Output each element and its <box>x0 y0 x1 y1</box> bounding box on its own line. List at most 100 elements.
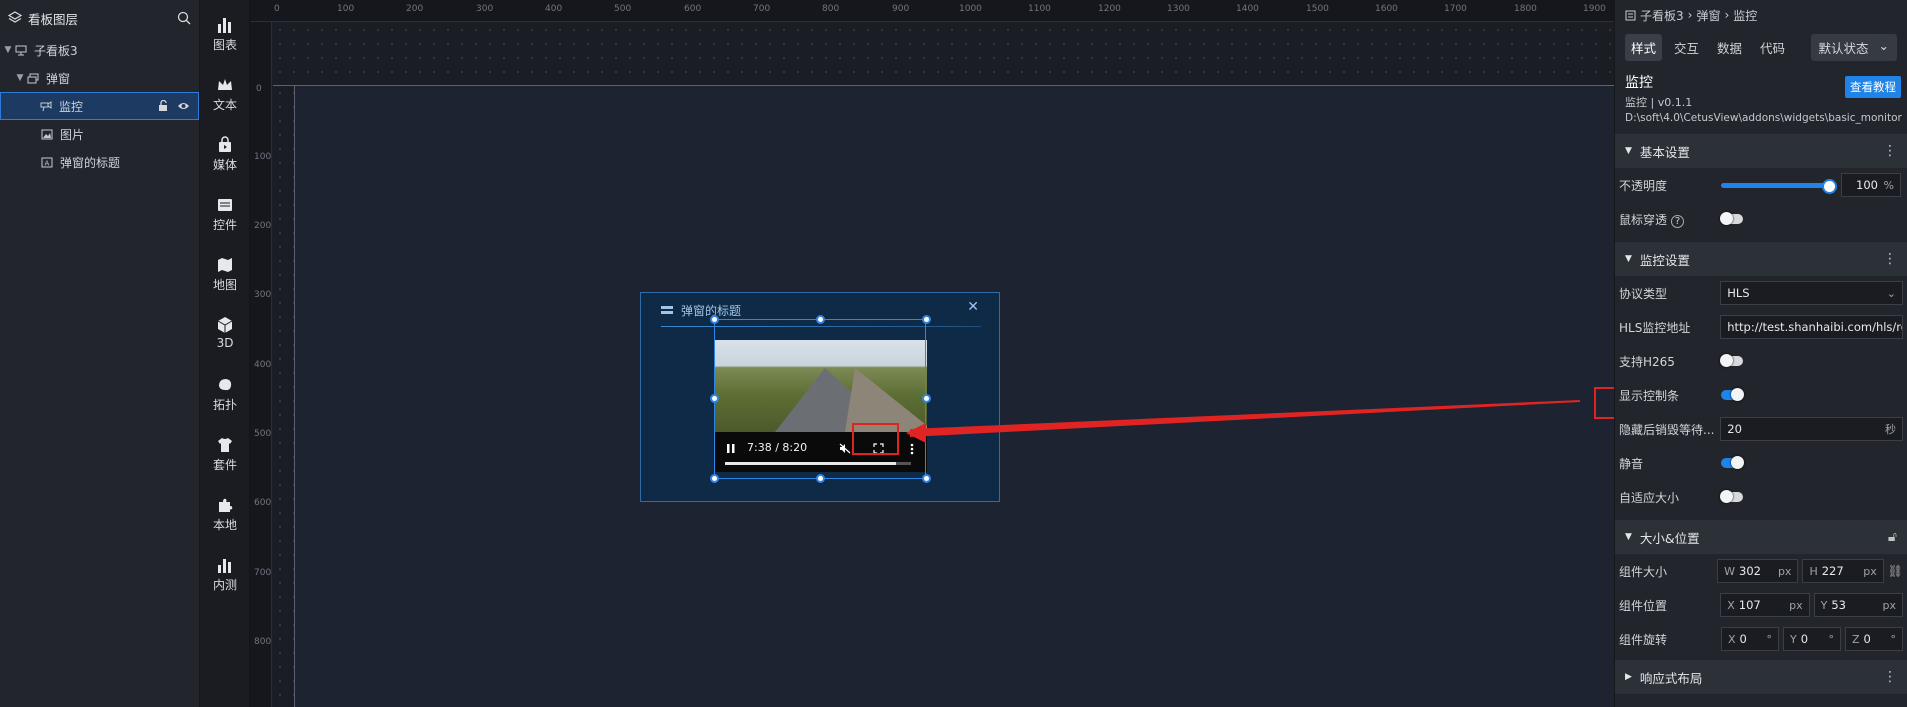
puzzle-icon <box>219 498 233 512</box>
camera-icon <box>39 100 53 112</box>
controls-icon <box>218 199 232 211</box>
dialog-icon <box>26 73 40 84</box>
tool-topology[interactable]: 拓扑 <box>200 360 250 420</box>
section-basic[interactable]: ▼ 基本设置 ⋮ <box>1615 134 1907 168</box>
layer-item-title[interactable]: A 弹窗的标题 <box>0 148 199 176</box>
breadcrumb-item[interactable]: 监控 <box>1733 7 1757 24</box>
width-input[interactable]: W 302 px <box>1717 559 1799 583</box>
tool-text[interactable]: 文本 <box>200 60 250 120</box>
properties-panel: 子看板3 › 弹窗 › 监控 样式 交互 数据 代码 默认状态 ⌄ 监控 监控 |… <box>1614 0 1907 707</box>
section-monitor[interactable]: ▼ 监控设置 ⋮ <box>1615 242 1907 276</box>
tool-kit[interactable]: 套件 <box>200 420 250 480</box>
map-icon <box>218 258 232 272</box>
resize-handle[interactable] <box>922 394 931 403</box>
tool-beta[interactable]: 内测 <box>200 540 250 600</box>
bar-chart-icon <box>218 559 231 573</box>
breadcrumb-item[interactable]: 弹窗 <box>1696 7 1720 24</box>
mouse-through-row: 鼠标穿透 ? <box>1615 202 1907 236</box>
tool-media[interactable]: 媒体 <box>200 120 250 180</box>
more-vertical-icon[interactable]: ⋮ <box>1883 251 1897 267</box>
breadcrumb-item[interactable]: 子看板3 <box>1640 7 1684 24</box>
h265-toggle[interactable] <box>1720 354 1743 367</box>
shirt-icon <box>218 438 232 452</box>
link-icon[interactable]: ⛓︎ <box>1888 564 1903 578</box>
hls-url-input[interactable]: http://test.shanhaibi.com/hls/road <box>1720 315 1903 339</box>
opacity-row: 不透明度 100 % <box>1615 168 1907 202</box>
collapse-icon: ▼ <box>1625 146 1632 156</box>
eye-icon[interactable] <box>177 100 190 112</box>
mouse-through-toggle[interactable] <box>1720 212 1743 225</box>
lock-icon[interactable]: 🔓︎ <box>1888 529 1897 545</box>
show-controls-toggle[interactable] <box>1721 388 1744 401</box>
unlock-icon[interactable] <box>157 100 169 112</box>
section-responsive[interactable]: ▶ 响应式布局 ⋮ <box>1615 660 1907 694</box>
layers-panel: 看板图层 ▼ 子看板3 ▼ 弹窗 监控 图片 A 弹窗的标题 <box>0 0 200 707</box>
rotate-x-input[interactable]: X 0 ° <box>1721 627 1779 651</box>
protocol-row: 协议类型 HLS ⌄ <box>1615 276 1907 310</box>
tool-3d[interactable]: 3D <box>200 300 250 360</box>
autosize-toggle[interactable] <box>1720 490 1743 503</box>
resize-handle[interactable] <box>922 474 931 483</box>
search-icon[interactable] <box>177 11 191 25</box>
tab-style[interactable]: 样式 <box>1625 33 1663 61</box>
section-size-position[interactable]: ▼ 大小&位置 🔓︎ <box>1615 520 1907 554</box>
resize-handle[interactable] <box>816 474 825 483</box>
chevron-right-icon: › <box>1724 8 1730 22</box>
collapse-icon: ▼ <box>1625 254 1632 264</box>
opacity-input[interactable]: 100 % <box>1841 173 1901 197</box>
opacity-slider[interactable] <box>1721 178 1837 194</box>
collapse-icon[interactable]: ▼ <box>14 73 26 83</box>
selection-box <box>714 319 926 479</box>
x-input[interactable]: X 107 px <box>1720 593 1810 617</box>
help-icon[interactable]: ? <box>1670 214 1685 228</box>
resize-handle[interactable] <box>710 474 719 483</box>
mute-toggle[interactable] <box>1721 456 1744 469</box>
annotation-highlight-fullscreen <box>852 423 899 455</box>
canvas-grid-top <box>273 23 1614 86</box>
layer-label: 图片 <box>60 127 85 142</box>
layer-actions <box>157 100 190 112</box>
more-vertical-icon[interactable]: ⋮ <box>1883 143 1897 159</box>
view-tutorial-button[interactable]: 查看教程 <box>1845 76 1901 98</box>
protocol-select[interactable]: HLS ⌄ <box>1720 281 1903 305</box>
tab-data[interactable]: 数据 <box>1711 34 1748 61</box>
layer-item-board[interactable]: ▼ 子看板3 <box>0 36 199 64</box>
tool-chart[interactable]: 图表 <box>200 0 250 60</box>
chevron-right-icon: › <box>1687 8 1693 22</box>
y-input[interactable]: Y 53 px <box>1813 593 1904 617</box>
tool-controls[interactable]: 控件 <box>200 180 250 240</box>
layer-item-monitor[interactable]: 监控 <box>0 92 199 120</box>
height-input[interactable]: H 227 px <box>1802 559 1884 583</box>
ruler-horizontal[interactable]: 0 100 200 300 400 500 600 700 800 900 10… <box>250 0 1614 22</box>
resize-handle[interactable] <box>922 315 931 324</box>
layers-header: 看板图层 <box>0 0 199 36</box>
collapse-icon[interactable]: ▼ <box>2 45 14 55</box>
resize-handle[interactable] <box>710 394 719 403</box>
board-icon <box>1625 10 1636 20</box>
tool-local[interactable]: 本地 <box>200 480 250 540</box>
tab-code[interactable]: 代码 <box>1754 34 1791 61</box>
layer-label: 弹窗 <box>46 71 71 86</box>
component-toolbar: 图表 文本 媒体 控件 地图 3D 拓扑 套件 本地 内测 <box>200 0 250 707</box>
breadcrumb: 子看板3 › 弹窗 › 监控 <box>1615 0 1907 30</box>
list-icon <box>661 305 673 314</box>
rotate-y-input[interactable]: Y 0 ° <box>1783 627 1841 651</box>
close-icon[interactable]: ✕ <box>967 299 979 315</box>
layer-item-image[interactable]: 图片 <box>0 120 199 148</box>
size-row: 组件大小 W 302 px H 227 px ⛓︎ <box>1615 554 1907 588</box>
rotate-z-input[interactable]: Z 0 ° <box>1845 627 1903 651</box>
layer-item-dialog[interactable]: ▼ 弹窗 <box>0 64 199 92</box>
state-select[interactable]: 默认状态 ⌄ <box>1810 33 1897 61</box>
more-vertical-icon[interactable]: ⋮ <box>1883 669 1897 685</box>
topology-icon <box>219 379 232 391</box>
svg-text:A: A <box>45 159 50 167</box>
resize-handle[interactable] <box>710 315 719 324</box>
tool-map[interactable]: 地图 <box>200 240 250 300</box>
chevron-down-icon: ⌄ <box>1878 37 1889 53</box>
hide-destroy-input[interactable]: 20 秒 <box>1720 417 1903 441</box>
layer-label: 监控 <box>59 99 84 114</box>
layer-label: 弹窗的标题 <box>60 155 121 170</box>
tab-interaction[interactable]: 交互 <box>1668 34 1705 61</box>
resize-handle[interactable] <box>816 315 825 324</box>
ruler-vertical[interactable]: 0 100 200 300 400 500 600 700 800 <box>250 22 272 707</box>
